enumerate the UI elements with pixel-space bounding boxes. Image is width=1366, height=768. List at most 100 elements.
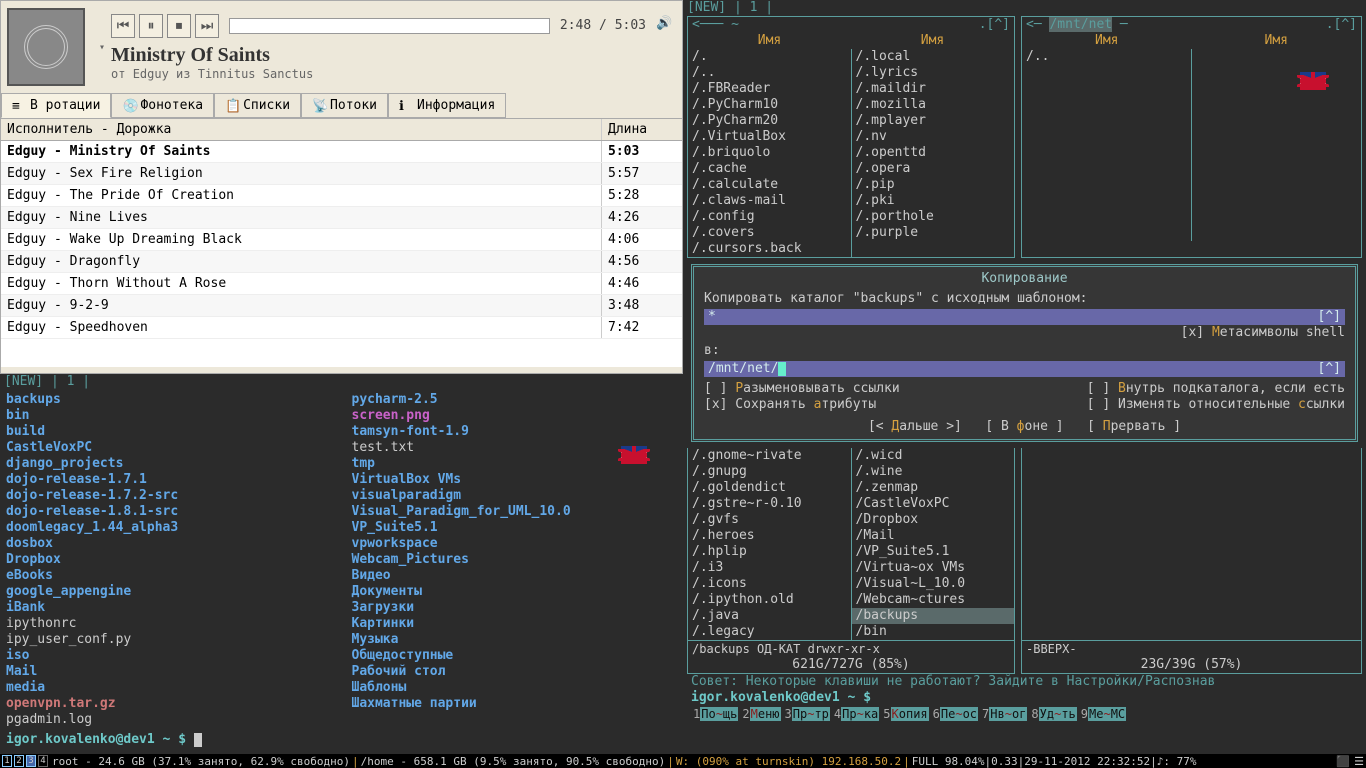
mc-file-item[interactable]: /..: [688, 65, 851, 81]
mc-file-item[interactable]: /.FBReader: [688, 81, 851, 97]
progress-bar[interactable]: [229, 18, 550, 34]
tab-streams[interactable]: 📡Потоки: [301, 93, 388, 118]
mc-file-item[interactable]: /.PyCharm20: [688, 113, 851, 129]
checkbox-preserve-attrs[interactable]: [x] Сохранять атрибуты: [704, 397, 876, 413]
fkey-9[interactable]: 9Ме~МС: [1081, 706, 1126, 722]
mc-file-item[interactable]: /.icons: [688, 576, 851, 592]
fkey-2[interactable]: 2Меню: [742, 706, 780, 722]
workspace-4[interactable]: 4: [38, 755, 48, 767]
tray-icon[interactable]: ⬛: [1336, 755, 1350, 768]
fkey-1[interactable]: 1По~щь: [693, 706, 738, 722]
mc-tabs[interactable]: [NEW] | 1 |: [683, 0, 1366, 16]
mc-file-item[interactable]: /.VirtualBox: [688, 129, 851, 145]
mc-file-item[interactable]: /.gnome~rivate: [688, 448, 851, 464]
fkey-4[interactable]: 4Пр~ка: [834, 706, 879, 722]
mc-file-item[interactable]: /.wine: [852, 464, 1015, 480]
mc-file-item[interactable]: /.porthole: [852, 209, 1015, 225]
pause-icon[interactable]: ⏸: [139, 14, 163, 38]
mc-file-item[interactable]: /.cache: [688, 161, 851, 177]
mc-file-item[interactable]: /.mplayer: [852, 113, 1015, 129]
mc-file-item[interactable]: /.wicd: [852, 448, 1015, 464]
col-artist-track[interactable]: Исполнитель - Дорожка: [1, 119, 602, 140]
workspace-1[interactable]: 1: [2, 755, 12, 767]
mc-file-item[interactable]: /VP_Suite5.1: [852, 544, 1015, 560]
workspace-3[interactable]: 3: [26, 755, 36, 767]
fkey-5[interactable]: 5Копия: [883, 706, 928, 722]
continue-button[interactable]: [< Дальше >]: [868, 419, 962, 434]
mc-file-item[interactable]: /.briquolo: [688, 145, 851, 161]
checkbox-into-subdir[interactable]: [ ] Внутрь подкаталога, если есть: [1087, 381, 1345, 397]
mc-file-item[interactable]: /.maildir: [852, 81, 1015, 97]
mc-file-item[interactable]: /CastleVoxPC: [852, 496, 1015, 512]
destination-input[interactable]: /mnt/net/[^]: [704, 361, 1345, 377]
mc-file-item[interactable]: /.pki: [852, 193, 1015, 209]
mc-file-item[interactable]: /.claws-mail: [688, 193, 851, 209]
workspace-switcher[interactable]: 1 2 3 4: [2, 755, 48, 767]
mc-file-item[interactable]: /.goldendict: [688, 480, 851, 496]
shell-prompt[interactable]: igor.kovalenko@dev1 ~ $: [0, 730, 683, 750]
mc-panel-right[interactable]: <─ /mnt/net ─.[^] ИмяИмя /..: [1021, 16, 1362, 258]
checkbox-relative-links[interactable]: [ ] Изменять относительные ссылки: [1087, 397, 1345, 413]
mc-file-item[interactable]: /.lyrics: [852, 65, 1015, 81]
mc-prompt[interactable]: igor.kovalenko@dev1 ~ $: [691, 690, 1358, 706]
col-length[interactable]: Длина: [602, 119, 682, 140]
abort-button[interactable]: [ Прервать ]: [1087, 419, 1181, 434]
volume-icon[interactable]: 🔊: [656, 16, 676, 36]
pattern-input[interactable]: *[^]: [704, 309, 1345, 325]
mc-file-item[interactable]: /.covers: [688, 225, 851, 241]
mc-file-item[interactable]: /.local: [852, 49, 1015, 65]
mc-file-item[interactable]: /.java: [688, 608, 851, 624]
chevron-down-icon[interactable]: ▾: [99, 42, 105, 53]
term-tabs[interactable]: [NEW] | 1 |: [0, 374, 683, 390]
tab-rotation[interactable]: ≡В ротации: [1, 93, 111, 118]
checkbox-metachars[interactable]: [x] ММетасимволы shellетасимволы shell: [704, 325, 1345, 341]
playlist-row[interactable]: Edguy - 9-2-93:48: [1, 295, 682, 317]
mc-file-item[interactable]: /.opera: [852, 161, 1015, 177]
fkey-8[interactable]: 8Уд~ть: [1031, 706, 1076, 722]
tab-info[interactable]: ℹИнформация: [388, 93, 506, 118]
fkey-7[interactable]: 7Нв~ог: [982, 706, 1027, 722]
fkey-6[interactable]: 6Пе~ос: [933, 706, 978, 722]
tab-library[interactable]: 💿Фонотека: [111, 93, 214, 118]
playlist-row[interactable]: Edguy - Wake Up Dreaming Black4:06: [1, 229, 682, 251]
mc-file-item[interactable]: /Mail: [852, 528, 1015, 544]
mc-function-keys[interactable]: 1По~щь2Меню 3Пр~тр4Пр~ка5Копия 6Пе~ос7Нв~о…: [691, 706, 1358, 722]
mc-file-item[interactable]: /Visual~L_10.0: [852, 576, 1015, 592]
mc-file-item[interactable]: /.pip: [852, 177, 1015, 193]
tab-lists[interactable]: 📋Списки: [214, 93, 301, 118]
mc-file-item[interactable]: /..: [1022, 49, 1191, 65]
terminal-right[interactable]: [NEW] | 1 | <─── ~ .[^] ИмяИмя /./../.FB…: [683, 0, 1366, 754]
mc-file-item[interactable]: /.heroes: [688, 528, 851, 544]
mc-file-item[interactable]: /.cursors.back: [688, 241, 851, 257]
mc-panel-left[interactable]: <─── ~ .[^] ИмяИмя /./../.FBReader/.PyCh…: [687, 16, 1015, 258]
mc-file-item[interactable]: /.config: [688, 209, 851, 225]
mc-file-item[interactable]: /.nv: [852, 129, 1015, 145]
mc-file-item[interactable]: /.gstre~r-0.10: [688, 496, 851, 512]
checkbox-deref[interactable]: [ ] Разыменовывать ссылки: [704, 381, 900, 397]
fkey-3[interactable]: 3Пр~тр: [785, 706, 830, 722]
mc-file-item[interactable]: /bin: [852, 624, 1015, 640]
mc-file-item[interactable]: /.hplip: [688, 544, 851, 560]
tray-icon[interactable]: ☰: [1354, 755, 1364, 768]
mc-file-item[interactable]: /Virtua~ox VMs: [852, 560, 1015, 576]
prev-icon[interactable]: ⏮: [111, 14, 135, 38]
mc-file-item[interactable]: /.gnupg: [688, 464, 851, 480]
background-button[interactable]: [ В фоне ]: [985, 419, 1063, 434]
album-art[interactable]: [7, 8, 85, 86]
stop-icon[interactable]: ⏹: [167, 14, 191, 38]
mc-file-item[interactable]: /Webcam~ctures: [852, 592, 1015, 608]
playlist-row[interactable]: Edguy - Dragonfly4:56: [1, 251, 682, 273]
mc-file-item[interactable]: /.i3: [688, 560, 851, 576]
playlist-row[interactable]: Edguy - Ministry Of Saints5:03: [1, 141, 682, 163]
workspace-2[interactable]: 2: [14, 755, 24, 767]
next-icon[interactable]: ⏭: [195, 14, 219, 38]
playlist-row[interactable]: Edguy - The Pride Of Creation5:28: [1, 185, 682, 207]
mc-file-item[interactable]: /.gvfs: [688, 512, 851, 528]
mc-file-item[interactable]: /.calculate: [688, 177, 851, 193]
mc-file-item[interactable]: /.legacy: [688, 624, 851, 640]
mc-file-item[interactable]: /backups: [852, 608, 1015, 624]
mc-file-item[interactable]: /.ipython.old: [688, 592, 851, 608]
terminal-left[interactable]: [NEW] | 1 | backupsbinbuildCastleVoxPCdj…: [0, 374, 683, 754]
playlist-row[interactable]: Edguy - Nine Lives4:26: [1, 207, 682, 229]
mc-file-item[interactable]: /.zenmap: [852, 480, 1015, 496]
